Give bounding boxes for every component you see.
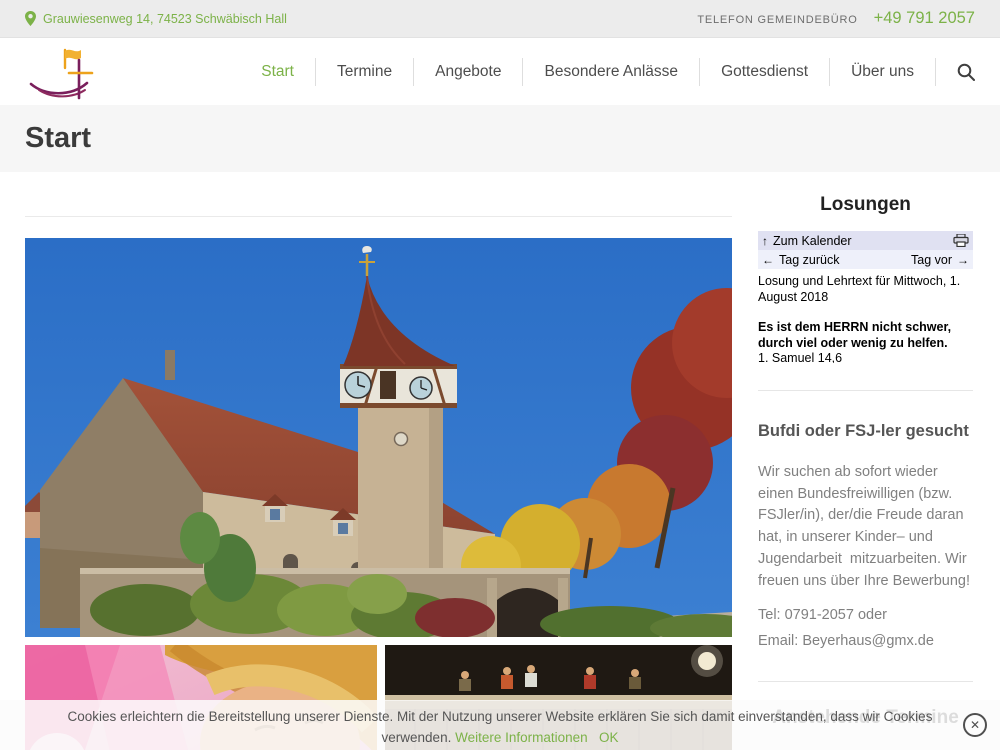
bufdi-text: Wir suchen ab sofort wieder einen Bundes… [758,462,973,592]
nav-item-gottesdienst[interactable]: Gottesdienst [699,58,829,86]
search-button[interactable] [935,58,975,86]
losungen-widget: ↑ Zum Kalender ← Tag zurück Tag vor → [758,231,973,363]
nav-item-angebote[interactable]: Angebote [413,58,522,86]
bufdi-email: Email: Beyerhaus@gmx.de [758,628,973,654]
cookie-close-button[interactable]: ✕ [963,713,987,737]
bufdi-tel: Tel: 0791-2057 oder [758,602,973,628]
circle-x-icon: ✕ [970,718,980,732]
main-area: Losungen ↑ Zum Kalender ← Tag zurück [0,172,1000,750]
top-info-bar: Grauwiesenweg 14, 74523 Schwäbisch Hall … [0,0,1000,38]
calendar-link[interactable]: ↑ Zum Kalender [762,234,852,248]
phone-block: TELEFON GEMEINDEBÜRO +49 791 2057 [697,9,975,28]
nav-item-ueber-uns[interactable]: Über uns [829,58,935,86]
address-link[interactable]: Grauwiesenweg 14, 74523 Schwäbisch Hall [25,11,287,26]
sidebar-divider [758,390,973,391]
losungen-verse-ref: 1. Samuel 14,6 [758,351,973,363]
losungen-day-nav-row: ← Tag zurück Tag vor → [758,250,973,269]
cookie-banner: Cookies erleichtern die Bereitstellung u… [0,700,1000,750]
main-nav: Start Termine Angebote Besondere Anlässe… [240,58,975,86]
content-divider [25,216,732,217]
left-arrow-icon: ← [762,253,774,267]
magnifier-icon [957,63,975,81]
bufdi-title: Bufdi oder FSJ-ler gesucht [758,422,973,441]
cookie-message: Cookies erleichtern die Bereitstellung u… [35,700,965,748]
church-photo [25,238,732,637]
nav-item-termine[interactable]: Termine [315,58,413,86]
losungen-date-line: Losung und Lehrtext für Mittwoch, 1. Aug… [758,274,973,305]
nav-item-start[interactable]: Start [240,58,315,86]
printer-icon[interactable] [953,234,969,247]
next-day-link[interactable]: Tag vor → [911,253,969,267]
up-arrow-icon: ↑ [762,234,768,248]
page-title-band: Start [0,105,1000,172]
losungen-verse: Es ist dem HERRN nicht schwer, durch vie… [758,319,973,351]
losungen-title: Losungen [758,194,973,216]
phone-label: TELEFON GEMEINDEBÜRO [697,14,857,26]
page-title: Start [25,122,91,155]
site-header: Start Termine Angebote Besondere Anlässe… [0,38,1000,105]
sidebar: Losungen ↑ Zum Kalender ← Tag zurück [758,172,973,729]
church-logo[interactable] [25,44,107,102]
right-arrow-icon: → [957,253,969,267]
address-text: Grauwiesenweg 14, 74523 Schwäbisch Hall [43,12,287,26]
phone-number-link[interactable]: +49 791 2057 [874,9,975,28]
nav-item-besondere-anlaesse[interactable]: Besondere Anlässe [522,58,699,86]
sidebar-divider-2 [758,681,973,682]
pin-icon [25,11,36,26]
cookie-ok-button[interactable]: OK [599,730,619,745]
prev-day-link[interactable]: ← Tag zurück [762,253,839,267]
losungen-calendar-row: ↑ Zum Kalender [758,231,973,250]
cookie-more-info-link[interactable]: Weitere Informationen [455,730,588,745]
